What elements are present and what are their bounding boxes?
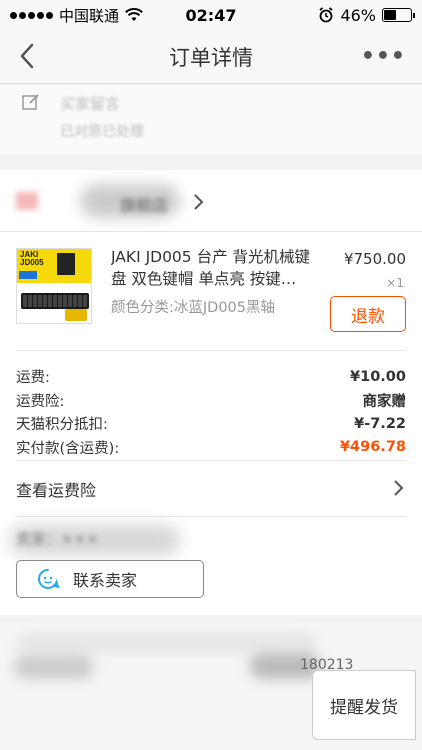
total-paid-value: ¥496.78 — [339, 439, 406, 456]
shipping-label: 运费: — [16, 370, 50, 387]
order-info-redaction — [16, 633, 316, 653]
shipping-insurance-value: 商家赠 — [362, 393, 407, 410]
product-image: JAKI JD005 — [16, 248, 92, 324]
product-quantity: ×1 — [386, 276, 404, 290]
status-bar: 中国联通 02:47 46% — [0, 0, 422, 30]
back-arrow-icon[interactable] — [14, 41, 42, 71]
contact-seller-button[interactable]: 联系卖家 — [16, 560, 204, 598]
points-deduction-value: ¥-7.22 — [354, 415, 406, 432]
buyer-message-label: 买家留言 — [60, 95, 121, 113]
shipping-value: ¥10.00 — [350, 368, 406, 385]
shop-row[interactable]: 旗舰店 — [0, 170, 422, 232]
summary-row-total: 实付款(含运费): ¥496.78 — [16, 436, 406, 460]
view-shipping-insurance-row[interactable]: 查看运费险 — [0, 460, 422, 516]
shop-name: 旗舰店 — [120, 196, 169, 215]
nav-bar: 订单详情 ••• — [0, 30, 422, 84]
product-price: ¥750.00 — [343, 250, 406, 268]
buyer-message-section: 买家留言 已对原已处理 — [0, 85, 422, 155]
product-item[interactable]: JAKI JD005 JAKI JD005 台产 背光机械键盘 双色键帽 单点亮 … — [0, 232, 422, 350]
battery-icon — [382, 8, 415, 22]
chevron-right-icon — [194, 194, 204, 210]
chevron-right-icon — [394, 480, 404, 496]
refund-button[interactable]: 退款 — [330, 296, 406, 332]
battery-percent: 46% — [340, 5, 376, 25]
summary-row-insurance: 运费险: 商家赠 — [16, 389, 406, 413]
battery-fill — [384, 10, 396, 20]
signal-strength-icon — [10, 11, 53, 19]
buyer-message-text: 已对原已处理 — [60, 124, 144, 140]
wifi-icon — [125, 8, 143, 21]
order-info-redaction — [14, 655, 94, 679]
product-sku: 颜色分类:冰蓝JD005黑轴 — [111, 300, 276, 316]
product-title: JAKI JD005 台产 背光机械键盘 双色键帽 单点亮 按键… — [111, 248, 311, 288]
shipping-insurance-label: 运费险: — [16, 393, 65, 410]
divider — [16, 350, 406, 351]
view-shipping-insurance-label: 查看运费险 — [16, 481, 97, 500]
order-section: 旗舰店 JAKI JD005 JAKI JD005 台产 背光机械键盘 双色键帽 … — [0, 170, 422, 615]
points-deduction-label: 天猫积分抵扣: — [16, 417, 108, 434]
summary-row-shipping: 运费: ¥10.00 — [16, 365, 406, 389]
product-image-brand: JAKI JD005 — [20, 250, 44, 267]
edit-icon — [22, 94, 39, 110]
total-paid-label: 实付款(含运费): — [16, 440, 120, 457]
price-summary: 运费: ¥10.00 运费险: 商家赠 天猫积分抵扣: ¥-7.22 实付款(含… — [16, 365, 406, 459]
shop-logo — [16, 192, 38, 210]
contact-seller-label: 联系卖家 — [73, 571, 138, 590]
seller-label: 卖家：××× — [16, 530, 99, 548]
remind-shipment-button[interactable]: 提醒发货 — [312, 670, 416, 740]
carrier-name: 中国联通 — [59, 6, 120, 25]
alarm-icon — [319, 7, 333, 23]
page-title: 订单详情 — [169, 45, 253, 70]
divider — [16, 516, 406, 517]
more-options-icon[interactable]: ••• — [361, 44, 406, 69]
chat-bubble-icon — [38, 569, 59, 589]
summary-row-points: 天猫积分抵扣: ¥-7.22 — [16, 412, 406, 436]
